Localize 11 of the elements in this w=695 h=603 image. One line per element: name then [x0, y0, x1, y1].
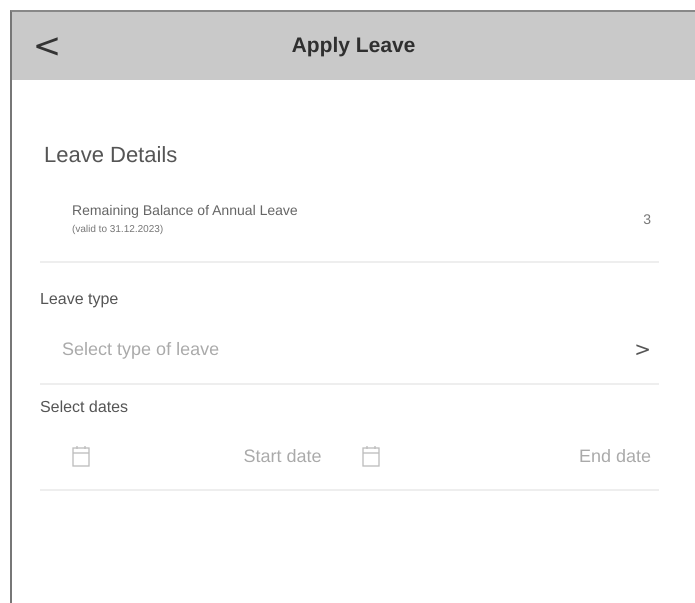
page-title: Apply Leave: [290, 34, 416, 58]
field-label: Leave type: [40, 291, 120, 309]
balance-value: 3: [643, 210, 651, 226]
balance-label: Remaining Balance of Annual Leave: [72, 202, 298, 218]
back-button[interactable]: <: [32, 26, 62, 66]
calendar-icon[interactable]: [362, 445, 380, 467]
field-label: Select dates: [40, 399, 130, 417]
calendar-icon[interactable]: [72, 445, 90, 467]
section-heading: Leave Details: [44, 142, 178, 168]
leave-type-selector[interactable]: Select type of leave >: [40, 309, 659, 385]
validity-note: (valid to 31.12.2023): [72, 224, 164, 235]
